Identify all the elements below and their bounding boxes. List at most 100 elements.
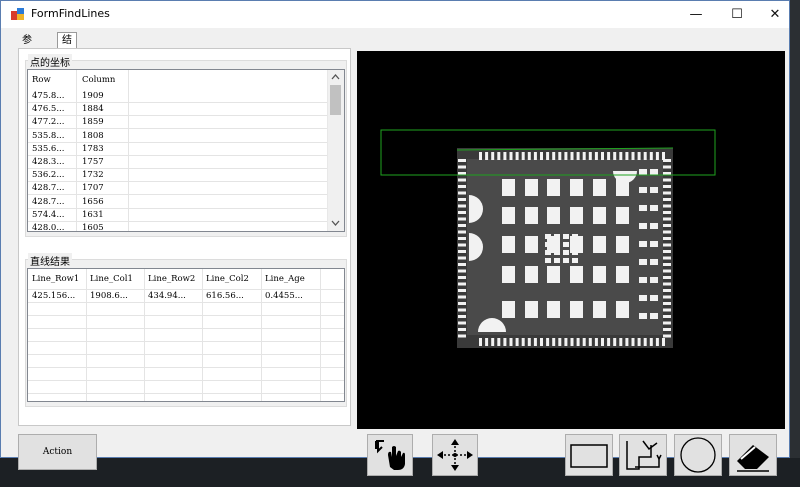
column-value: 1605 xyxy=(82,223,104,232)
column-header[interactable]: Line_Row2 xyxy=(148,273,195,286)
chip-pad xyxy=(502,207,515,224)
chip-pad xyxy=(607,152,611,160)
chip-pad xyxy=(650,187,658,193)
chip-pad xyxy=(650,205,658,211)
chip-pad xyxy=(509,152,513,160)
rotated-rectangle-tool-button[interactable] xyxy=(619,434,667,476)
chip-pad xyxy=(650,313,658,319)
maximize-button[interactable]: ☐ xyxy=(717,1,757,28)
chip-pad xyxy=(533,152,537,160)
chip-pad xyxy=(649,152,653,160)
chip-pad xyxy=(639,223,647,229)
chip-pad xyxy=(572,242,578,247)
chip-pad xyxy=(639,169,647,175)
grid-divider xyxy=(28,315,344,316)
chip-pad xyxy=(458,230,466,234)
lines-grid[interactable]: Line_Row1 Line_Col1 Line_Row2 Line_Col2 Line… xyxy=(27,268,345,402)
chip-pad xyxy=(545,258,551,263)
table-row[interactable]: 428.0... 1605 xyxy=(28,222,328,232)
column-header[interactable]: Line_Age xyxy=(265,273,305,286)
column-header-row[interactable]: Row xyxy=(32,74,51,87)
chip-pad xyxy=(663,243,671,247)
chip-pad xyxy=(570,207,583,224)
chip-pad xyxy=(593,236,606,253)
chip-pad xyxy=(527,152,531,160)
chip-pad xyxy=(663,159,671,162)
select-tool-button[interactable] xyxy=(367,434,413,476)
image-view[interactable] xyxy=(357,51,785,429)
eraser-tool-button[interactable] xyxy=(729,434,777,476)
chip-pad xyxy=(663,165,671,169)
chip-pad xyxy=(540,152,543,160)
rectangle-icon xyxy=(570,444,608,468)
chip-pad xyxy=(593,301,606,318)
chevron-down-icon[interactable] xyxy=(331,220,340,226)
circle-tool-button[interactable] xyxy=(674,434,722,476)
chip-pad xyxy=(639,295,647,301)
chip-pad xyxy=(527,338,531,346)
column-header-column[interactable]: Column xyxy=(82,74,115,87)
points-grid[interactable]: Row Column 475.8... 1909 476.5... 1884 477.2… xyxy=(27,69,345,232)
chip-pad xyxy=(593,179,606,196)
chip-pad xyxy=(616,266,629,283)
chip-pad xyxy=(547,179,560,196)
chip-pad xyxy=(637,338,641,346)
chip-pad xyxy=(502,266,515,283)
chip-pad xyxy=(525,207,538,224)
window-title: FormFindLines xyxy=(31,7,110,20)
chip-pad xyxy=(639,313,647,319)
chip-pad xyxy=(458,191,466,195)
eraser-icon xyxy=(737,445,769,472)
tab-parameters[interactable]: 参数 xyxy=(18,33,36,61)
chip-pad xyxy=(619,338,623,346)
row-value: 428.0... xyxy=(32,223,65,232)
chip-pad xyxy=(558,338,562,346)
points-scrollbar[interactable] xyxy=(327,70,344,231)
chip-pad xyxy=(570,179,583,196)
chip-pad xyxy=(619,152,623,160)
points-group-label: 点的坐标 xyxy=(28,54,72,69)
chip-pad xyxy=(458,243,466,247)
column-header[interactable]: Line_Col1 xyxy=(90,273,133,286)
chip-pad xyxy=(655,338,659,346)
circle-icon xyxy=(680,437,716,473)
chip-pad xyxy=(639,259,647,265)
chip-pad xyxy=(663,315,671,318)
chip-pad xyxy=(503,338,507,346)
chip-pad xyxy=(588,152,592,160)
chip-pad xyxy=(479,338,482,346)
grid-divider xyxy=(28,328,344,329)
chevron-up-icon[interactable] xyxy=(331,74,340,80)
chip-pad xyxy=(613,338,617,346)
chip-pad xyxy=(525,266,538,283)
lines-group: 直线结果 Line_Row1 Line_Col1 Line_Row2 Line_Col… xyxy=(25,253,347,407)
chip-pad xyxy=(601,152,604,160)
chip-pad xyxy=(663,237,671,240)
minimize-button[interactable]: — xyxy=(676,1,716,28)
chip-pad xyxy=(502,301,515,318)
column-header[interactable]: Line_Row1 xyxy=(32,273,79,286)
chip-pad xyxy=(582,152,586,160)
chip-pad xyxy=(572,234,578,239)
chip-pad xyxy=(515,338,519,346)
points-group: 点的坐标 Row Column 475.8... 1909 476.5... 1884… xyxy=(25,54,347,237)
scroll-thumb[interactable] xyxy=(330,85,341,115)
rectangle-tool-button[interactable] xyxy=(565,434,613,476)
chip-pad xyxy=(663,198,671,201)
move-tool-button[interactable] xyxy=(432,434,478,476)
chip-pad xyxy=(663,328,671,331)
points-header-row: Row Column xyxy=(28,72,328,90)
chip-pad xyxy=(485,338,489,346)
chip-pad xyxy=(570,152,574,160)
chip-pad xyxy=(515,152,519,160)
lines-header-row: Line_Row1 Line_Col1 Line_Row2 Line_Col2 Line… xyxy=(28,271,344,289)
chip-pad xyxy=(525,301,538,318)
chip-pad xyxy=(655,152,659,160)
chip-pad xyxy=(491,338,495,346)
chip-pad xyxy=(594,152,598,160)
chip-pad xyxy=(564,152,568,160)
chip-pad xyxy=(497,338,501,346)
action-button[interactable]: Action xyxy=(18,434,97,470)
close-button[interactable]: ✕ xyxy=(755,1,795,28)
column-header[interactable]: Line_Col2 xyxy=(206,273,249,286)
